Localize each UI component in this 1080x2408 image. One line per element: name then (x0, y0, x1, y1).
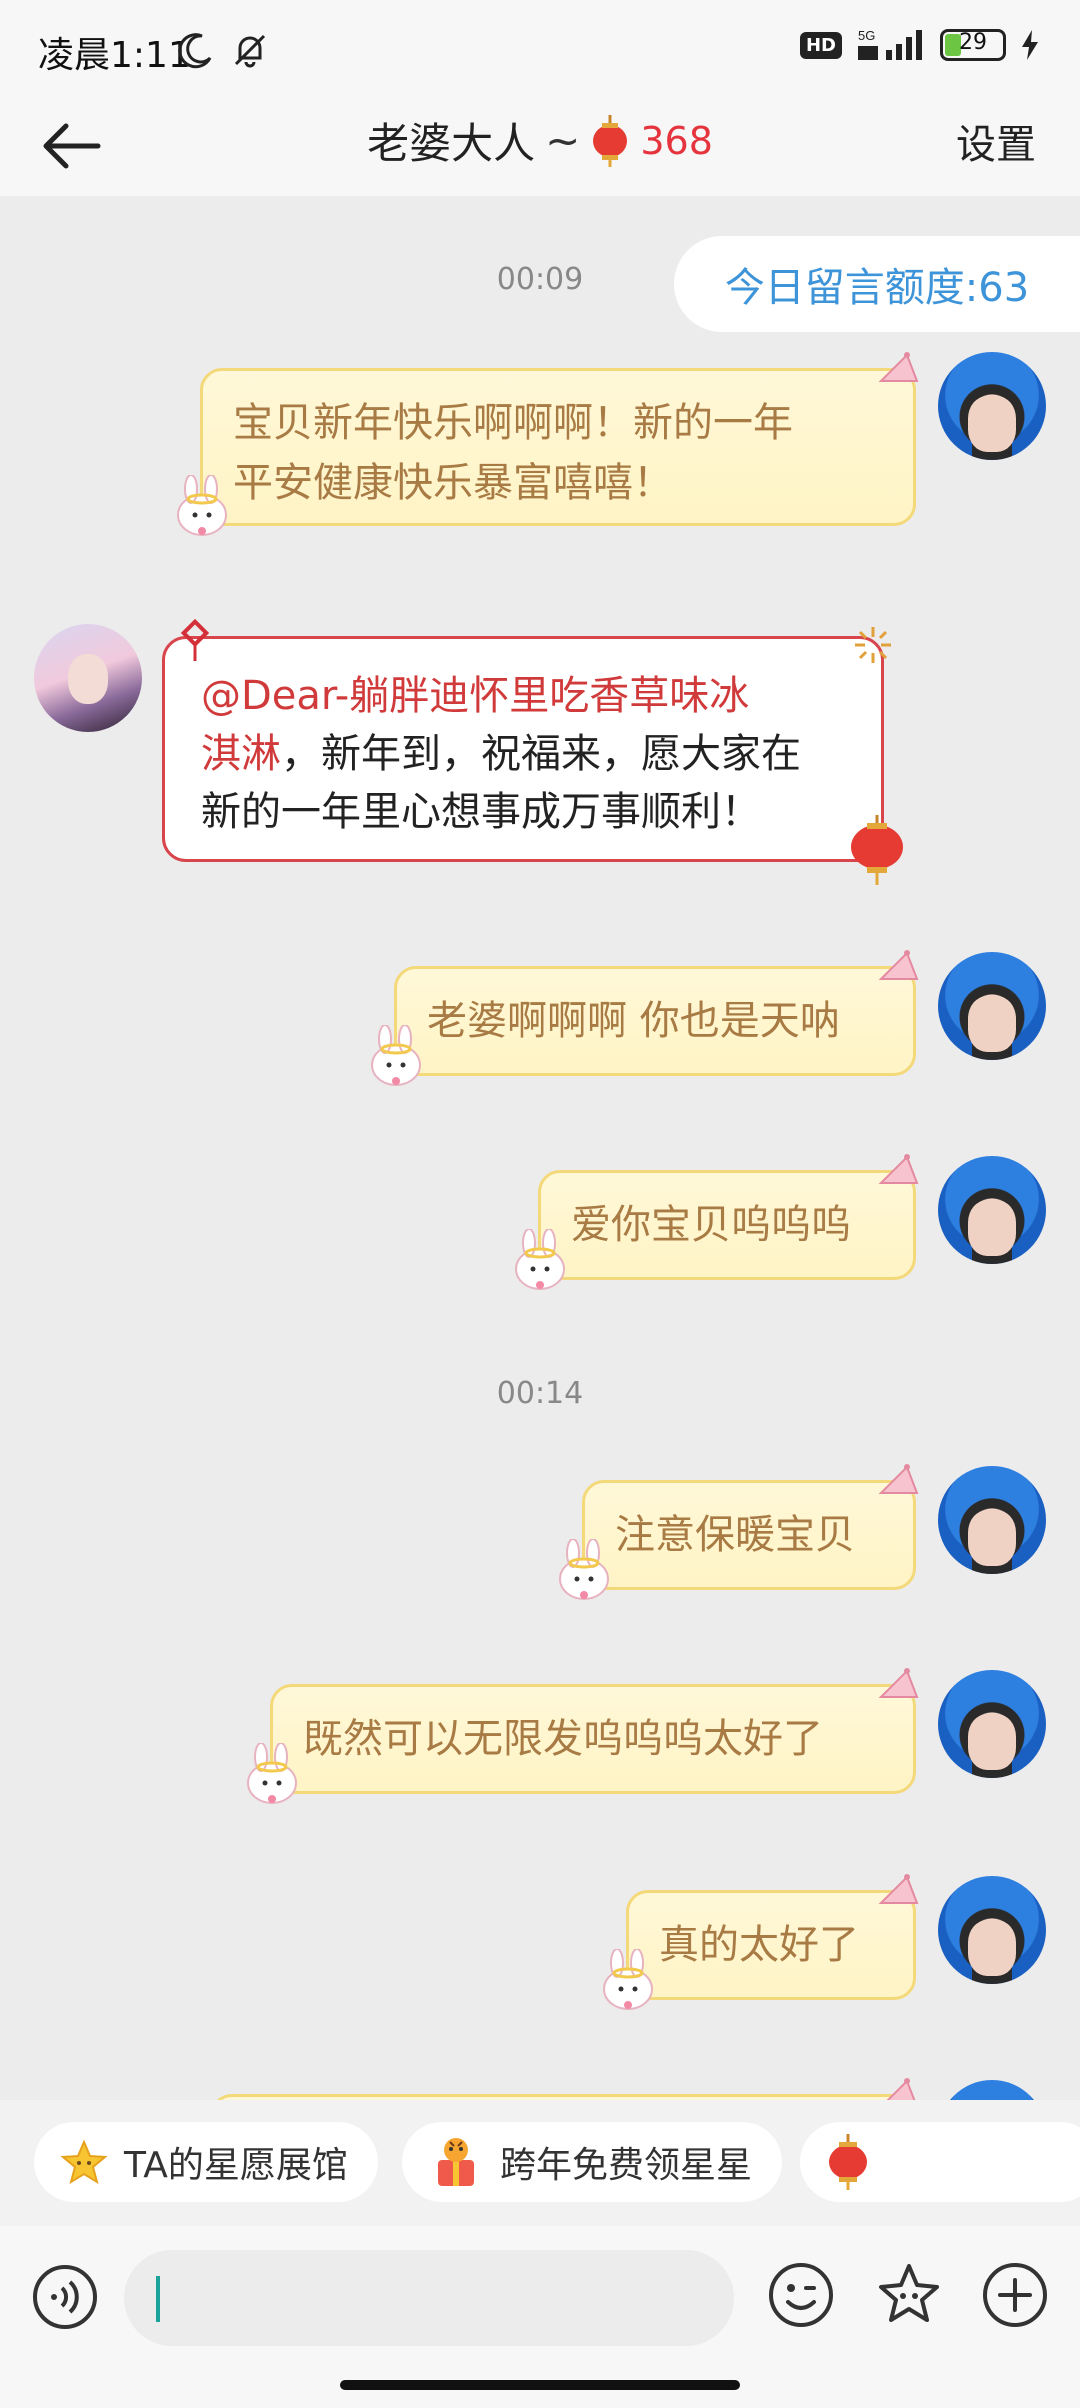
contact-avatar[interactable] (34, 624, 142, 732)
lantern-chip[interactable] (800, 2122, 1080, 2202)
party-hat-icon (878, 1668, 919, 1698)
my-avatar[interactable] (938, 1466, 1046, 1574)
lantern-icon (829, 2134, 867, 2190)
message-bubble-sent[interactable]: 真的太好了 (603, 1874, 919, 2010)
chinese-knot-icon (180, 618, 210, 661)
bunny-sticker-icon (371, 1025, 421, 1086)
message-bubble-sent[interactable]: 既然可以无限发呜呜呜太好了 (247, 1668, 919, 1804)
text-caret (156, 2276, 160, 2322)
message-input[interactable] (124, 2250, 734, 2346)
firework-icon (855, 627, 891, 663)
mention-link-continued[interactable]: 淇淋 (201, 731, 281, 777)
star-wish-gallery-chip[interactable]: TA的星愿展馆 (34, 2122, 378, 2202)
message-text-line: 淇淋，新年到，祝福来，愿大家在 (201, 725, 845, 783)
message-text: 真的太好了 (659, 1922, 859, 1968)
message-text: 注意保暖宝贝 (615, 1512, 855, 1558)
party-hat-icon (886, 2078, 916, 2100)
battery-indicator: 29 (940, 29, 1006, 61)
message-text: 既然可以无限发呜呜呜太好了 (303, 1716, 823, 1762)
message-bubble-sent[interactable]: 注意保暖宝贝 (559, 1464, 919, 1600)
bunny-sticker-icon (247, 1743, 297, 1804)
signal-icon: 5G (858, 28, 922, 60)
my-avatar[interactable] (938, 1670, 1046, 1778)
timestamp: 00:14 (496, 1376, 584, 1411)
voice-input-icon[interactable] (30, 2262, 100, 2332)
message-text: ，新年到，祝福来，愿大家在 (281, 731, 801, 777)
party-hat-icon (878, 1874, 919, 1904)
message-input-bar (0, 2226, 1080, 2408)
message-bubble-sent[interactable]: 宝贝新年快乐啊啊啊！新的一年 平安健康快乐暴富嘻嘻！ (177, 352, 919, 536)
status-indicators: HD 5G 29 (799, 28, 1040, 62)
message-bubble-sent[interactable]: 老婆啊啊啊 你也是天呐 (371, 950, 919, 1086)
tiger-gift-icon (438, 2138, 474, 2186)
message-quota-badge[interactable]: 今日留言额度:63 (674, 236, 1080, 332)
chip-label: TA的星愿展馆 (124, 2145, 348, 2186)
my-avatar[interactable] (938, 352, 1046, 460)
my-avatar[interactable] (938, 1156, 1046, 1264)
svg-text:5G: 5G (858, 28, 875, 43)
bunny-sticker-icon (603, 1949, 653, 2010)
bell-mute-icon (234, 34, 266, 68)
hd-badge: HD (799, 31, 842, 59)
chat-header: 老婆大人 ~ 368 设置 (0, 96, 1080, 196)
chat-title: 老婆大人 ~ 368 (0, 110, 1080, 171)
plus-icon[interactable] (980, 2260, 1050, 2330)
lantern-icon (593, 114, 628, 167)
intimacy-count: 368 (640, 118, 713, 163)
status-time: 凌晨1:11 (38, 35, 191, 76)
quick-action-bar: TA的星愿展馆 跨年免费领星星 (0, 2100, 1080, 2226)
party-hat-icon (878, 1464, 919, 1494)
emoji-icon[interactable] (766, 2260, 836, 2330)
bunny-sticker-icon (559, 1539, 609, 1600)
message-text-line: 平安健康快乐暴富嘻嘻！ (233, 460, 673, 506)
chip-label: 跨年免费领星星 (500, 2145, 753, 2186)
my-avatar[interactable] (938, 1876, 1046, 1984)
home-indicator[interactable] (340, 2380, 740, 2390)
sticker-star-icon[interactable] (874, 2260, 944, 2330)
moon-icon (178, 33, 212, 69)
my-avatar[interactable] (938, 952, 1046, 1060)
timestamp: 00:09 (496, 262, 584, 297)
bunny-sticker-icon (177, 475, 227, 536)
charging-icon (1022, 30, 1038, 60)
settings-button[interactable]: 设置 (956, 112, 1036, 170)
title-tilde: ~ (545, 116, 581, 165)
status-bar: 凌晨1:11 HD 5G 29 (0, 0, 1080, 96)
message-text-line: 宝贝新年快乐啊啊啊！新的一年 (233, 400, 793, 446)
star-icon (60, 2139, 108, 2185)
party-hat-icon (878, 950, 919, 980)
message-bubble-received[interactable]: @Dear-躺胖迪怀里吃香草味冰 淇淋，新年到，祝福来，愿大家在 新的一年里心想… (162, 618, 903, 885)
lantern-decoration-icon (851, 815, 903, 885)
message-bubble-sent[interactable]: 爱你宝贝呜呜呜 (515, 1154, 919, 1290)
my-avatar[interactable] (938, 2080, 1046, 2100)
party-hat-icon (878, 352, 919, 382)
message-text: 爱你宝贝呜呜呜 (571, 1202, 851, 1248)
message-text: 老婆啊啊啊 你也是天呐 (427, 998, 840, 1044)
battery-level: 29 (959, 30, 987, 55)
message-text-line: 新的一年里心想事成万事顺利！ (201, 789, 761, 835)
mention-link[interactable]: @Dear-躺胖迪怀里吃香草味冰 (201, 673, 749, 719)
contact-name: 老婆大人 (367, 119, 536, 168)
message-text-line: @Dear-躺胖迪怀里吃香草味冰 (201, 667, 845, 725)
bunny-sticker-icon (515, 1229, 565, 1290)
new-year-free-stars-chip[interactable]: 跨年免费领星星 (402, 2122, 783, 2202)
chat-messages[interactable]: 00:09 今日留言额度:63 宝贝新年快乐啊啊啊！新的一年 平安健康快乐暴富嘻… (0, 196, 1080, 2100)
party-hat-icon (878, 1154, 919, 1184)
